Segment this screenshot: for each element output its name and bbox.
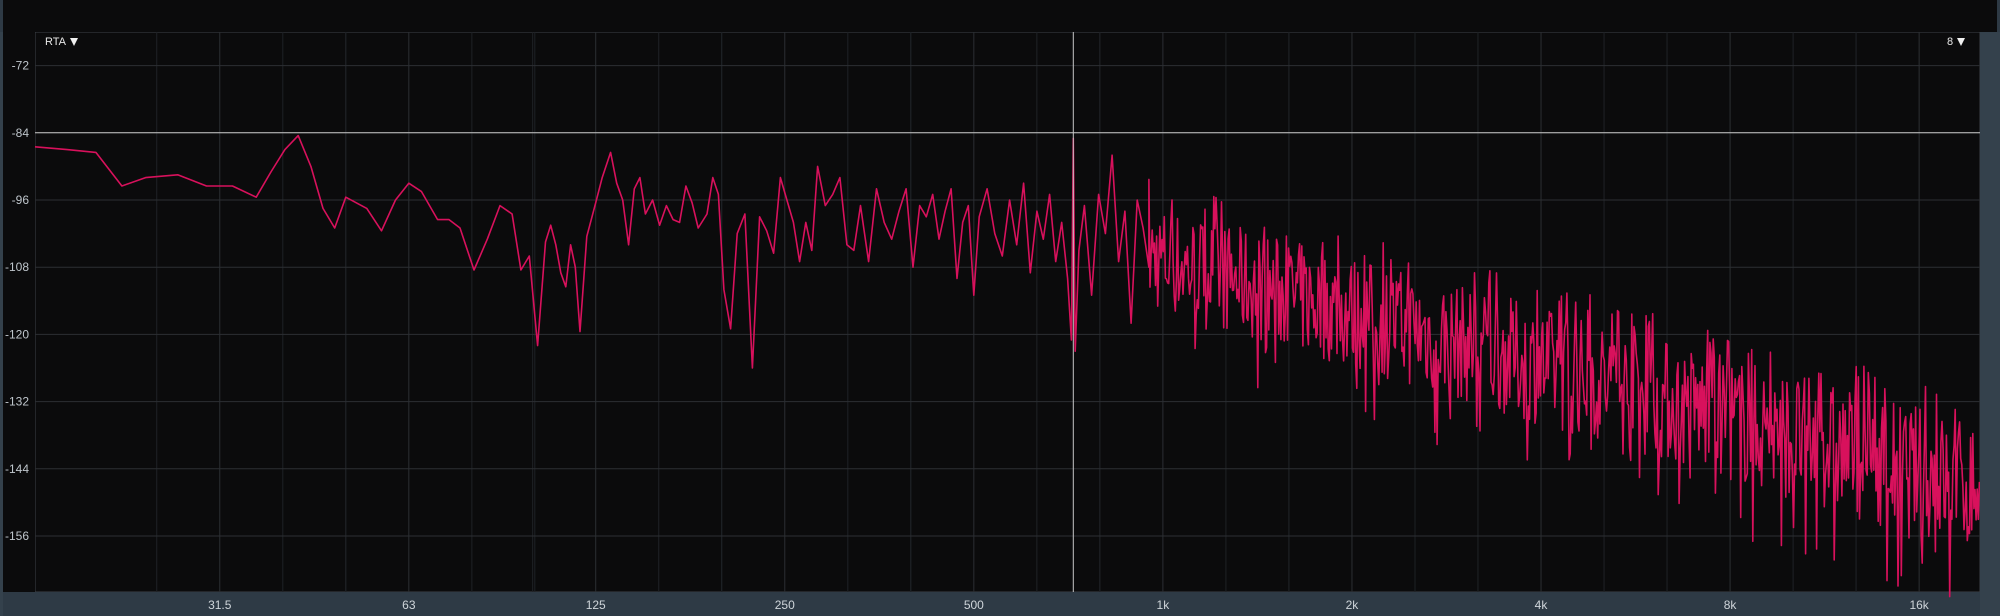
x-tick-label: 125 <box>586 598 606 612</box>
rta-menu[interactable]: RTA <box>45 36 78 48</box>
x-tick-label: 4k <box>1535 598 1549 612</box>
top-toolbar <box>3 0 1997 32</box>
x-tick-label: 500 <box>964 598 984 612</box>
y-tick-label: -120 <box>5 327 29 341</box>
y-tick-label: -84 <box>12 126 30 140</box>
y-tick-label: -156 <box>5 529 29 543</box>
spectrum-chart[interactable]: -72 -84 -96 -108 -120 -132 -144 -156 31.5 63 125 2… <box>3 32 1980 616</box>
averaging-menu-label: 8 <box>1947 36 1954 48</box>
averaging-menu[interactable]: 8 <box>1947 36 1966 48</box>
x-tick-label: 250 <box>775 598 795 612</box>
rta-plot-area[interactable]: -72 -84 -96 -108 -120 -132 -144 -156 31.5 63 125 2… <box>3 32 1980 616</box>
y-tick-label: -108 <box>5 260 29 274</box>
x-tick-label: 31.5 <box>208 598 232 612</box>
x-axis-band <box>3 592 1980 616</box>
right-scrollbar[interactable] <box>1980 32 2000 616</box>
y-tick-label: -96 <box>12 193 30 207</box>
x-tick-label: 2k <box>1346 598 1360 612</box>
chevron-down-icon <box>70 38 78 46</box>
y-axis-band <box>3 32 35 592</box>
x-tick-label: 16k <box>1909 598 1929 612</box>
x-tick-label: 8k <box>1724 598 1738 612</box>
x-tick-label: 63 <box>402 598 416 612</box>
y-tick-label: -132 <box>5 395 29 409</box>
x-tick-label: 1k <box>1157 598 1171 612</box>
rta-menu-label: RTA <box>45 36 66 48</box>
plot-frame <box>34 32 1980 593</box>
y-tick-label: -72 <box>12 59 30 73</box>
chevron-down-icon <box>1957 38 1966 46</box>
y-tick-label: -144 <box>5 462 29 476</box>
